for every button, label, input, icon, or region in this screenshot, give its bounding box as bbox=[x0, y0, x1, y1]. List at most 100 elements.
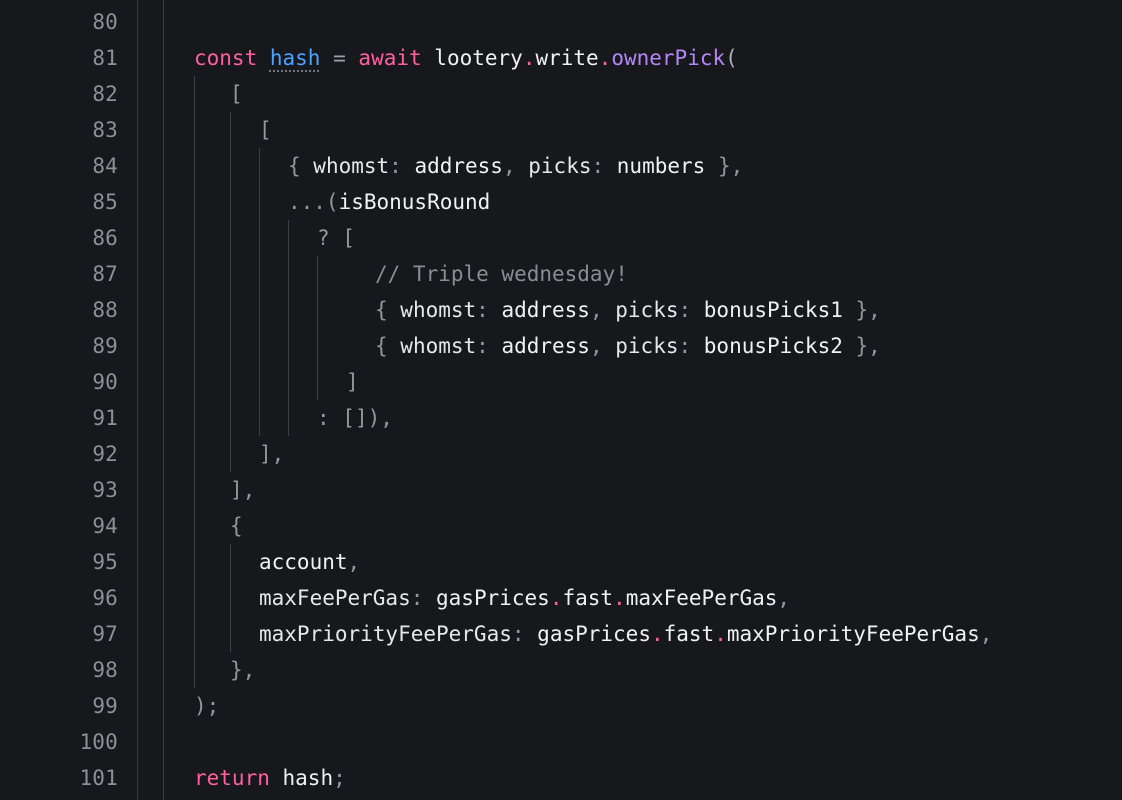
code-token: { bbox=[230, 514, 243, 538]
line-number-list: 80 81 82 83 84 85 86 87 88 89 90 91 92 93 94 95 96 97 98 99… bbox=[0, 4, 118, 796]
code-line[interactable] bbox=[165, 724, 1122, 760]
code-text: maxFeePerGas: gasPrices.fast.maxFeePerGa… bbox=[259, 580, 790, 616]
code-text: [ bbox=[259, 112, 272, 148]
indent-guides bbox=[165, 688, 1122, 724]
line-number-gutter[interactable]: 80 81 82 83 84 85 86 87 88 89 90 91 92 93 94 95 96 97 98 99… bbox=[0, 0, 138, 800]
gutter-divider bbox=[137, 0, 138, 800]
code-token: return bbox=[194, 766, 270, 790]
code-token: ] bbox=[346, 370, 359, 394]
code-line[interactable]: const hash = await lootery.write.ownerPi… bbox=[165, 40, 1122, 76]
code-token: write bbox=[535, 46, 599, 70]
code-line[interactable]: maxPriorityFeePerGas: gasPrices.fast.max… bbox=[165, 616, 1122, 652]
code-token: maxFeePerGas bbox=[259, 586, 411, 610]
code-token: , bbox=[347, 550, 361, 574]
code-token: bonusPicks1 bbox=[703, 298, 843, 322]
code-line[interactable]: maxFeePerGas: gasPrices.fast.maxFeePerGa… bbox=[165, 580, 1122, 616]
code-line[interactable]: ? [ bbox=[165, 220, 1122, 256]
code-text: { whomst: address, picks: bonusPicks2 }, bbox=[375, 328, 881, 364]
code-line[interactable]: : []), bbox=[165, 400, 1122, 436]
indent-guide bbox=[230, 580, 231, 616]
indent-guide bbox=[288, 220, 289, 256]
line-number: 81 bbox=[92, 46, 118, 70]
code-line[interactable]: { whomst: address, picks: bonusPicks2 }, bbox=[165, 328, 1122, 364]
indent-guide bbox=[194, 112, 195, 148]
code-text: ] bbox=[346, 364, 359, 400]
code-text: ? [ bbox=[317, 220, 355, 256]
code-token: numbers bbox=[616, 154, 706, 178]
indent-guide bbox=[288, 400, 289, 436]
code-line[interactable]: }, bbox=[165, 652, 1122, 688]
code-token: address bbox=[501, 298, 590, 322]
indent-guides bbox=[165, 472, 1122, 508]
indent-guide bbox=[288, 256, 289, 292]
code-token: : bbox=[476, 334, 502, 358]
code-text: ); bbox=[194, 688, 219, 724]
indent-guides bbox=[165, 436, 1122, 472]
code-content-area[interactable]: const hash = await lootery.write.ownerPi… bbox=[165, 4, 1122, 800]
code-token: const bbox=[194, 46, 258, 70]
code-token: . bbox=[598, 46, 612, 70]
indent-guide bbox=[230, 616, 231, 652]
indent-guide bbox=[194, 508, 195, 544]
code-token: }, bbox=[842, 334, 881, 358]
code-line[interactable]: return hash; bbox=[165, 760, 1122, 796]
code-line[interactable]: // Triple wednesday! bbox=[165, 256, 1122, 292]
code-line[interactable]: { whomst: address, picks: numbers }, bbox=[165, 148, 1122, 184]
code-line[interactable]: { bbox=[165, 508, 1122, 544]
code-line[interactable]: [ bbox=[165, 76, 1122, 112]
indent-guide bbox=[230, 220, 231, 256]
code-token: . bbox=[549, 586, 563, 610]
code-line[interactable]: account, bbox=[165, 544, 1122, 580]
code-token: address bbox=[501, 334, 590, 358]
code-token: gasPrices bbox=[436, 586, 550, 610]
indent-guides bbox=[165, 76, 1122, 112]
line-number: 93 bbox=[92, 478, 118, 502]
code-line[interactable]: ], bbox=[165, 472, 1122, 508]
code-token: picks bbox=[615, 334, 679, 358]
code-editor[interactable]: 80 81 82 83 84 85 86 87 88 89 90 91 92 93 94 95 96 97 98 99… bbox=[0, 0, 1122, 800]
code-text: ], bbox=[259, 436, 284, 472]
indent-guide bbox=[317, 292, 318, 328]
code-line[interactable]: ...(isBonusRound bbox=[165, 184, 1122, 220]
code-token: await bbox=[358, 46, 422, 70]
code-token: : bbox=[678, 298, 704, 322]
code-line[interactable]: ); bbox=[165, 688, 1122, 724]
code-line[interactable]: { whomst: address, picks: bonusPicks1 }, bbox=[165, 292, 1122, 328]
line-number: 101 bbox=[79, 766, 118, 790]
indent-guide bbox=[194, 652, 195, 688]
indent-guide bbox=[259, 328, 260, 364]
code-token: ); bbox=[194, 694, 220, 718]
code-token: , bbox=[502, 154, 529, 178]
indent-guide bbox=[317, 328, 318, 364]
code-token: fast bbox=[663, 622, 715, 646]
indent-guide bbox=[194, 256, 195, 292]
code-token: }, bbox=[842, 298, 881, 322]
code-line[interactable]: ], bbox=[165, 436, 1122, 472]
code-token: [ bbox=[230, 82, 243, 106]
indent-guide bbox=[230, 364, 231, 400]
code-token: , bbox=[979, 622, 993, 646]
code-line[interactable]: [ bbox=[165, 112, 1122, 148]
code-token: isBonusRound bbox=[338, 190, 491, 214]
code-token: ], bbox=[259, 442, 285, 466]
code-text: const hash = await lootery.write.ownerPi… bbox=[194, 40, 738, 76]
code-text: // Triple wednesday! bbox=[375, 256, 628, 292]
code-fold-divider bbox=[163, 0, 164, 800]
code-token: whomst bbox=[400, 298, 477, 322]
code-token: maxFeePerGas bbox=[625, 586, 778, 610]
code-token: . bbox=[650, 622, 664, 646]
line-number: 87 bbox=[92, 262, 118, 286]
code-token: : bbox=[389, 154, 415, 178]
code-text: ...(isBonusRound bbox=[288, 184, 490, 220]
indent-guide bbox=[317, 364, 318, 400]
code-token: ; bbox=[333, 766, 346, 790]
line-number: 99 bbox=[92, 694, 118, 718]
code-token: ...( bbox=[288, 190, 339, 214]
code-line[interactable] bbox=[165, 4, 1122, 40]
code-token: ownerPick bbox=[611, 46, 726, 70]
code-line[interactable]: ] bbox=[165, 364, 1122, 400]
code-token: account bbox=[259, 550, 348, 574]
indent-guide bbox=[194, 328, 195, 364]
code-token: whomst bbox=[313, 154, 390, 178]
code-token: [ bbox=[259, 118, 272, 142]
